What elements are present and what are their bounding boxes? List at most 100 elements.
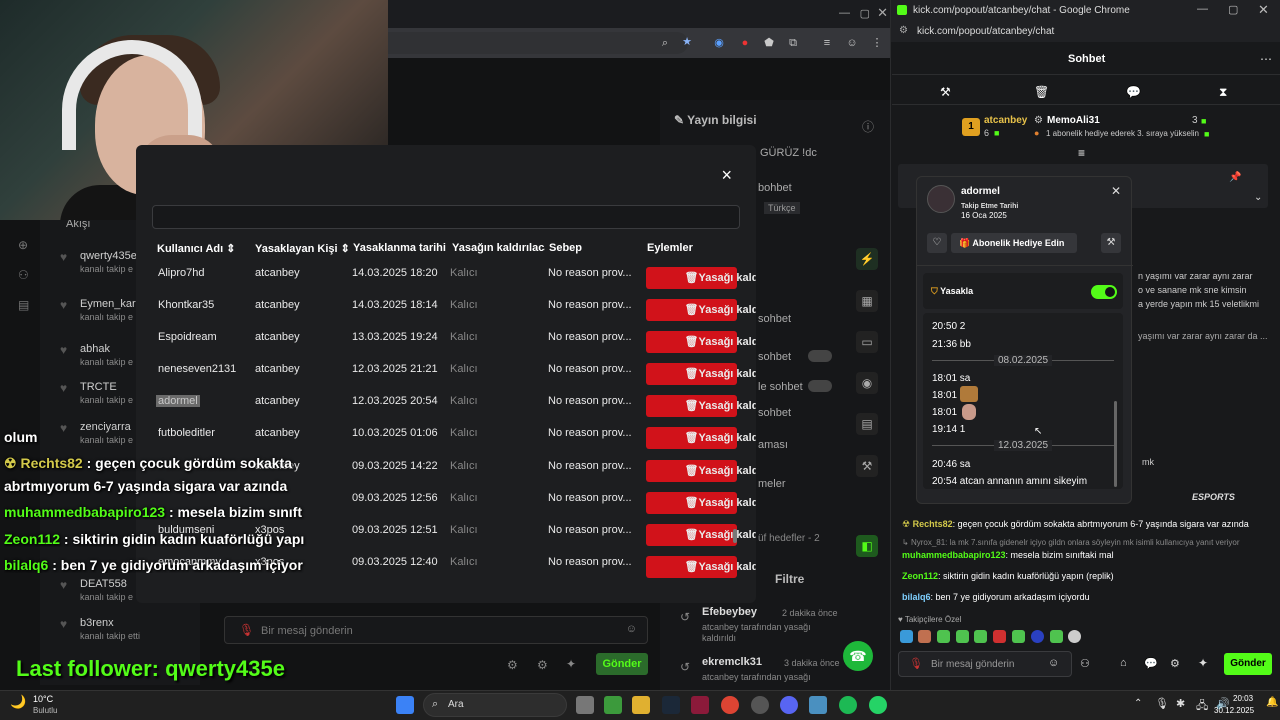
emote-icon[interactable]	[1031, 630, 1044, 643]
whatsapp-icon[interactable]	[869, 696, 887, 714]
heart-icon[interactable]: ♡	[927, 233, 947, 253]
weather-temp[interactable]: 10°C	[33, 694, 53, 704]
chat-username[interactable]: bilalq6	[902, 592, 931, 602]
column-header[interactable]: Sebep	[549, 242, 582, 254]
gear-icon[interactable]: ⚙	[537, 658, 548, 672]
spotify-icon[interactable]	[839, 696, 857, 714]
menu-kebab-icon[interactable]: ⋮	[870, 36, 884, 50]
table-scrollbar[interactable]	[733, 529, 737, 543]
emote-icon[interactable]	[1012, 630, 1025, 643]
toggle-switch[interactable]	[808, 380, 832, 392]
maximize-icon[interactable]: ▢	[860, 7, 870, 20]
close-window-icon[interactable]: ✕	[1258, 2, 1269, 18]
mic-icon[interactable]: 🎙	[909, 657, 923, 670]
side-icon-1[interactable]: ⊕	[18, 238, 28, 252]
zoom-icon[interactable]: ⌕	[658, 36, 672, 50]
emoji-icon[interactable]: ☺	[626, 623, 637, 635]
chevron-up-icon[interactable]: ⌃	[1134, 698, 1142, 709]
column-header[interactable]: Yasağın kaldırılaca	[452, 242, 545, 254]
unban-button[interactable]: 🗑 Yasağı kaldır	[646, 299, 756, 321]
shield-ext-icon[interactable]: ⬟	[762, 36, 776, 50]
close-window-icon[interactable]: ✕	[877, 5, 888, 21]
chat-input[interactable]: 🎙 Bir mesaj gönderin ☺	[898, 651, 1072, 677]
url-bar[interactable]: ⚙ kick.com/popout/atcanbey/chat	[891, 22, 1280, 42]
gear-icon[interactable]: ⚙	[1170, 657, 1180, 670]
minecraft-icon[interactable]	[604, 696, 622, 714]
left-omnibox[interactable]	[388, 32, 688, 54]
tool-icon[interactable]: ⚡	[856, 248, 878, 270]
youtube-ext-icon[interactable]: ●	[738, 36, 752, 50]
bookmark-star-icon[interactable]: ★	[680, 35, 694, 49]
emote-icon[interactable]	[956, 630, 969, 643]
chat-username[interactable]: muhammedbabapiro123	[902, 550, 1006, 560]
collapse-icon[interactable]: ≡	[1078, 146, 1085, 160]
side-icon-3[interactable]: ▤	[18, 298, 29, 312]
chat-bubble-icon[interactable]: 💬	[1144, 657, 1158, 670]
side-icon-2[interactable]: ⚇	[18, 268, 29, 282]
discord-icon[interactable]	[780, 696, 798, 714]
weather-icon[interactable]: 🌙	[10, 694, 26, 710]
emote-icon[interactable]	[974, 630, 987, 643]
popup-username[interactable]: adormel	[961, 186, 1000, 197]
profile-icon[interactable]: ☺	[845, 36, 859, 50]
tool-icon[interactable]: ⚒	[856, 455, 878, 477]
ban-toggle[interactable]	[1091, 285, 1117, 299]
emote-icon[interactable]	[1050, 630, 1063, 643]
puzzle-icon[interactable]: ⧉	[786, 36, 800, 50]
start-icon[interactable]	[396, 696, 414, 714]
mod-icon[interactable]: ⚒	[1101, 233, 1121, 253]
column-header[interactable]: Yasaklanma tarihi	[353, 242, 446, 254]
gift-subscription-button[interactable]: 🎁 Abonelik Hediye Edin	[951, 233, 1077, 253]
site-info-icon[interactable]: ⚙	[899, 25, 908, 36]
avatar[interactable]	[927, 185, 955, 213]
steam-icon[interactable]	[662, 696, 680, 714]
puzzle-icon[interactable]: ✦	[1198, 656, 1208, 670]
column-header[interactable]: Yasaklayan Kişi ⇕	[255, 242, 350, 255]
unban-button[interactable]: 🗑 Yasağı kaldır	[646, 492, 756, 514]
chat-username[interactable]: Rechts82	[913, 519, 953, 529]
clock-time[interactable]: 20:03	[1233, 694, 1253, 703]
close-icon[interactable]: ×	[721, 165, 732, 186]
clock-date[interactable]: 30.12.2025	[1214, 706, 1254, 715]
emote-icon[interactable]	[1068, 630, 1081, 643]
tool-icon[interactable]: ▦	[856, 290, 878, 312]
send-button[interactable]: Gönder	[1224, 653, 1272, 675]
emote-icon[interactable]	[993, 630, 1006, 643]
app-icon[interactable]	[691, 696, 709, 714]
app-icon[interactable]	[751, 696, 769, 714]
taskbar-search[interactable]: ⌕ Ara	[423, 693, 567, 717]
emote-icon[interactable]	[918, 630, 931, 643]
tool-icon[interactable]: ◧	[856, 535, 878, 557]
tool-icon[interactable]: ▭	[856, 331, 878, 353]
unban-button[interactable]: 🗑 Yasağı kaldır	[646, 427, 756, 449]
unban-button[interactable]: 🗑 Yasağı kaldır	[646, 395, 756, 417]
maximize-icon[interactable]: ▢	[1228, 3, 1238, 16]
support-icon[interactable]: ☎	[843, 641, 873, 671]
bluetooth-icon[interactable]: ✱	[1176, 697, 1185, 710]
toggle-switch[interactable]	[808, 350, 832, 362]
history-scrollbar[interactable]	[1114, 401, 1117, 487]
emote-icon[interactable]	[937, 630, 950, 643]
weather-desc[interactable]: Bulutlu	[33, 706, 57, 715]
unban-button[interactable]: 🗑 Yasağı kaldır	[646, 524, 756, 546]
store-icon[interactable]: ⌂	[1120, 657, 1127, 669]
file-explorer-icon[interactable]	[632, 696, 650, 714]
pin-icon[interactable]: 📌	[1229, 172, 1241, 183]
dashboard-chat-input[interactable]: 🎙 Bir mesaj gönderin ☺	[224, 616, 648, 644]
mic-icon[interactable]: 🎙	[1155, 697, 1169, 710]
puzzle-icon[interactable]: ✦	[566, 657, 576, 671]
chrome-icon[interactable]	[721, 696, 739, 714]
task-view-icon[interactable]	[576, 696, 594, 714]
ban-search-input[interactable]	[152, 205, 740, 229]
chevron-down-icon[interactable]: ⌄	[1254, 192, 1262, 203]
emoji-icon[interactable]: ☺	[1048, 657, 1059, 669]
unban-button[interactable]: 🗑 Yasağı kaldır	[646, 267, 756, 289]
unban-button[interactable]: 🗑 Yasağı kaldır	[646, 556, 756, 578]
participants-icon[interactable]: ⚇	[1080, 657, 1090, 670]
hammer-icon[interactable]: ⚒	[940, 85, 951, 99]
network-icon[interactable]: 🖧	[1196, 697, 1208, 716]
chat-settings-icon[interactable]: ⚙	[507, 658, 518, 672]
chat-menu-icon[interactable]: ⋯	[1260, 52, 1272, 66]
send-button[interactable]: Gönder	[596, 653, 648, 675]
tool-icon[interactable]: ◉	[856, 372, 878, 394]
